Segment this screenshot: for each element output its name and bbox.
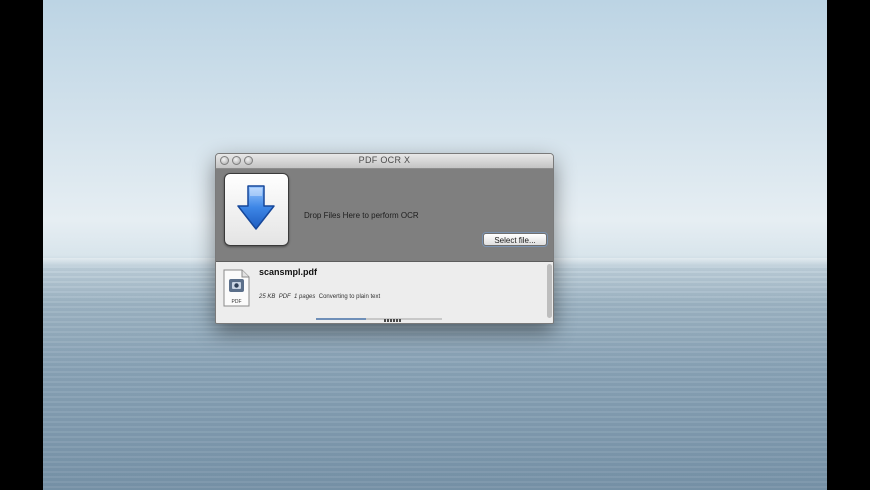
app-window: PDF OCR X Drop Files Here to perform OCR…	[215, 153, 554, 324]
progress-fill	[316, 318, 367, 320]
drop-target-tile[interactable]	[224, 173, 289, 246]
resize-grip[interactable]	[384, 319, 402, 322]
drop-zone[interactable]: Drop Files Here to perform OCR Select fi…	[216, 169, 553, 262]
pdf-file-icon: PDF	[223, 269, 250, 307]
file-name: scansmpl.pdf	[259, 267, 318, 277]
select-file-button[interactable]: Select file...	[483, 233, 547, 246]
down-arrow-icon	[237, 185, 275, 230]
desktop-background: PDF OCR X Drop Files Here to perform OCR…	[43, 0, 827, 490]
drop-instruction: Drop Files Here to perform OCR	[304, 211, 419, 220]
file-type: PDF	[278, 294, 291, 300]
file-meta: 25 KB PDF 1 pages Converting to plain te…	[259, 294, 380, 300]
file-type-label: PDF	[231, 299, 242, 305]
file-pages: 1 pages	[294, 294, 316, 300]
file-list: PDF scansmpl.pdf 25 KB PDF 1 pages Conve…	[216, 262, 553, 323]
file-status: Converting to plain text	[318, 294, 381, 300]
title-bar[interactable]: PDF OCR X	[216, 154, 553, 169]
progress-bar	[316, 318, 442, 320]
list-item[interactable]: PDF scansmpl.pdf 25 KB PDF 1 pages Conve…	[216, 262, 545, 322]
scrollbar[interactable]	[547, 264, 552, 318]
window-title: PDF OCR X	[358, 155, 411, 165]
file-size: 25 KB	[259, 294, 276, 300]
